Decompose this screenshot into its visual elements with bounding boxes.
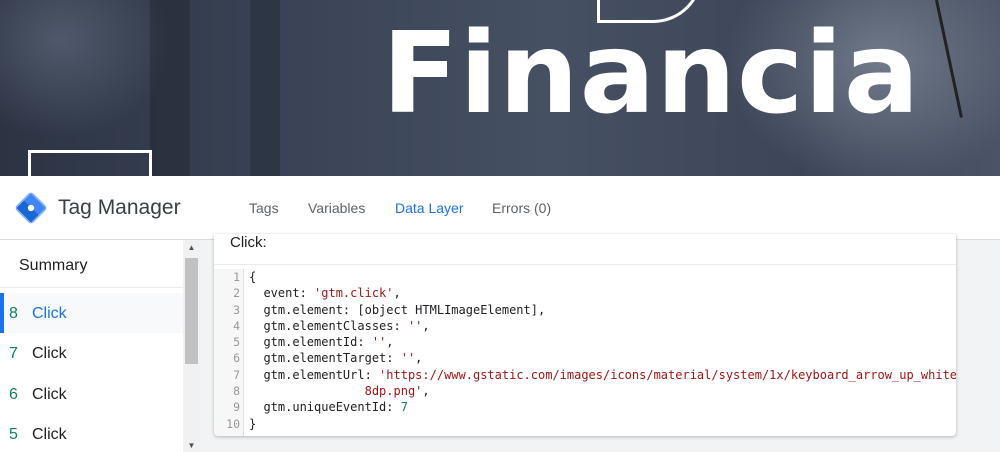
code-line: 10} bbox=[214, 416, 956, 432]
line-number: 8 bbox=[233, 384, 240, 399]
code-line: 2 event: 'gtm.click', bbox=[214, 285, 956, 301]
code-token: gtm.elementId: bbox=[249, 335, 372, 350]
line-number: 1 bbox=[233, 270, 240, 284]
code-text: event: 'gtm.click', bbox=[249, 285, 401, 301]
event-card: Click: 1{2 event: 'gtm.click', 3 gtm.elem… bbox=[214, 234, 956, 436]
string-token: 8dp.png' bbox=[249, 384, 423, 399]
code-token: gtm.element: [object HTMLImageElement], bbox=[249, 302, 546, 317]
string-token: '' bbox=[400, 351, 416, 366]
event-label: Click bbox=[32, 305, 67, 322]
event-sidebar: Summary 8 Click 7 Click 6 Click 5 Click … bbox=[0, 240, 200, 452]
sidebar-item-event[interactable]: 8 Click bbox=[0, 293, 183, 333]
code-token: { bbox=[249, 270, 257, 284]
event-number: 8 bbox=[9, 305, 18, 322]
code-line: 5 gtm.elementId: '', bbox=[214, 334, 956, 350]
code-text: 8dp.png', bbox=[249, 383, 430, 399]
code-text: gtm.elementTarget: '', bbox=[249, 350, 422, 366]
event-label: Click bbox=[32, 345, 67, 362]
string-token: 'https://www.gstatic.com/images/icons/ma… bbox=[379, 367, 956, 382]
tab-variables[interactable]: Variables bbox=[308, 200, 365, 216]
tag-assistant-header: Tag Manager Tags Variables Data Layer Er… bbox=[0, 176, 1000, 240]
code-token: gtm.elementClasses: bbox=[249, 318, 408, 333]
string-token: '' bbox=[407, 318, 423, 333]
number-token: 7 bbox=[400, 400, 408, 415]
event-number: 7 bbox=[9, 345, 18, 362]
line-number: 2 bbox=[233, 286, 240, 301]
sidebar-item-summary[interactable]: Summary bbox=[0, 240, 183, 288]
line-number: 10 bbox=[226, 416, 240, 431]
background-stripe bbox=[150, 0, 190, 176]
code-line: 1{ bbox=[214, 269, 956, 285]
line-number: 9 bbox=[233, 400, 240, 415]
data-layer-code: 1{2 event: 'gtm.click', 3 gtm.element: [o… bbox=[214, 269, 956, 432]
code-token: , bbox=[422, 384, 430, 399]
event-label: Click bbox=[32, 386, 67, 403]
tab-errors[interactable]: Errors (0) bbox=[492, 200, 551, 216]
scrollbar-thumb[interactable] bbox=[185, 258, 198, 364]
code-token: , bbox=[386, 335, 394, 350]
code-token: } bbox=[249, 416, 257, 431]
string-token: 'gtm.click' bbox=[314, 286, 394, 301]
decorative-frame bbox=[28, 150, 152, 176]
code-line: 3 gtm.element: [object HTMLImageElement]… bbox=[214, 302, 956, 318]
code-text: gtm.elementClasses: '', bbox=[249, 318, 430, 334]
code-line: 6 gtm.elementTarget: '', bbox=[214, 350, 956, 366]
code-line: 8 8dp.png', bbox=[214, 383, 956, 399]
code-line: 9 gtm.uniqueEventId: 7 bbox=[214, 399, 956, 415]
code-text: gtm.elementId: '', bbox=[249, 334, 394, 350]
arrow-up-icon[interactable]: ▲ bbox=[183, 242, 200, 254]
decorative-line bbox=[935, 0, 963, 118]
code-text: gtm.uniqueEventId: 7 bbox=[249, 399, 408, 415]
sidebar-scrollbar[interactable]: ▲ ▼ bbox=[183, 240, 200, 452]
code-text: } bbox=[249, 416, 256, 432]
sidebar-item-event[interactable]: 6 Click bbox=[0, 374, 183, 414]
line-number: 3 bbox=[233, 302, 240, 317]
sidebar-item-label: Summary bbox=[19, 257, 88, 274]
line-number: 5 bbox=[233, 335, 240, 350]
divider bbox=[214, 264, 956, 265]
code-token: , bbox=[422, 318, 430, 333]
code-token: gtm.elementTarget: bbox=[249, 351, 401, 366]
code-text: { bbox=[249, 269, 256, 285]
code-token: , bbox=[393, 286, 401, 301]
arrow-down-icon[interactable]: ▼ bbox=[183, 440, 200, 452]
line-number: 6 bbox=[233, 351, 240, 366]
code-line: 7 gtm.elementUrl: 'https://www.gstatic.c… bbox=[214, 367, 956, 383]
code-token: gtm.uniqueEventId: bbox=[249, 400, 401, 415]
data-layer-panel: Click: 1{2 event: 'gtm.click', 3 gtm.elem… bbox=[200, 234, 1000, 452]
event-number: 6 bbox=[9, 386, 18, 403]
code-token: gtm.elementUrl: bbox=[249, 367, 380, 382]
line-number: 4 bbox=[233, 318, 240, 333]
line-number: 7 bbox=[233, 367, 240, 382]
code-text: gtm.element: [object HTMLImageElement], bbox=[249, 302, 545, 318]
event-label: Click bbox=[32, 426, 67, 443]
code-line: 4 gtm.elementClasses: '', bbox=[214, 318, 956, 334]
event-card-title: Click: bbox=[230, 234, 267, 251]
string-token: '' bbox=[371, 335, 387, 350]
tag-manager-diamond-icon bbox=[15, 192, 47, 224]
sidebar-item-event[interactable]: 5 Click bbox=[0, 414, 183, 452]
sidebar-item-event[interactable]: 7 Click bbox=[0, 333, 183, 373]
tab-tags[interactable]: Tags bbox=[249, 200, 279, 216]
hero-banner: Financia bbox=[0, 0, 1000, 176]
event-number: 5 bbox=[9, 426, 18, 443]
code-token: , bbox=[415, 351, 423, 366]
hero-title: Financia bbox=[382, 9, 921, 139]
background-stripe bbox=[250, 0, 280, 176]
app-title: Tag Manager bbox=[58, 196, 181, 219]
code-text: gtm.elementUrl: 'https://www.gstatic.com… bbox=[249, 367, 956, 383]
code-token: event: bbox=[249, 286, 315, 301]
tab-data-layer[interactable]: Data Layer bbox=[395, 200, 463, 216]
